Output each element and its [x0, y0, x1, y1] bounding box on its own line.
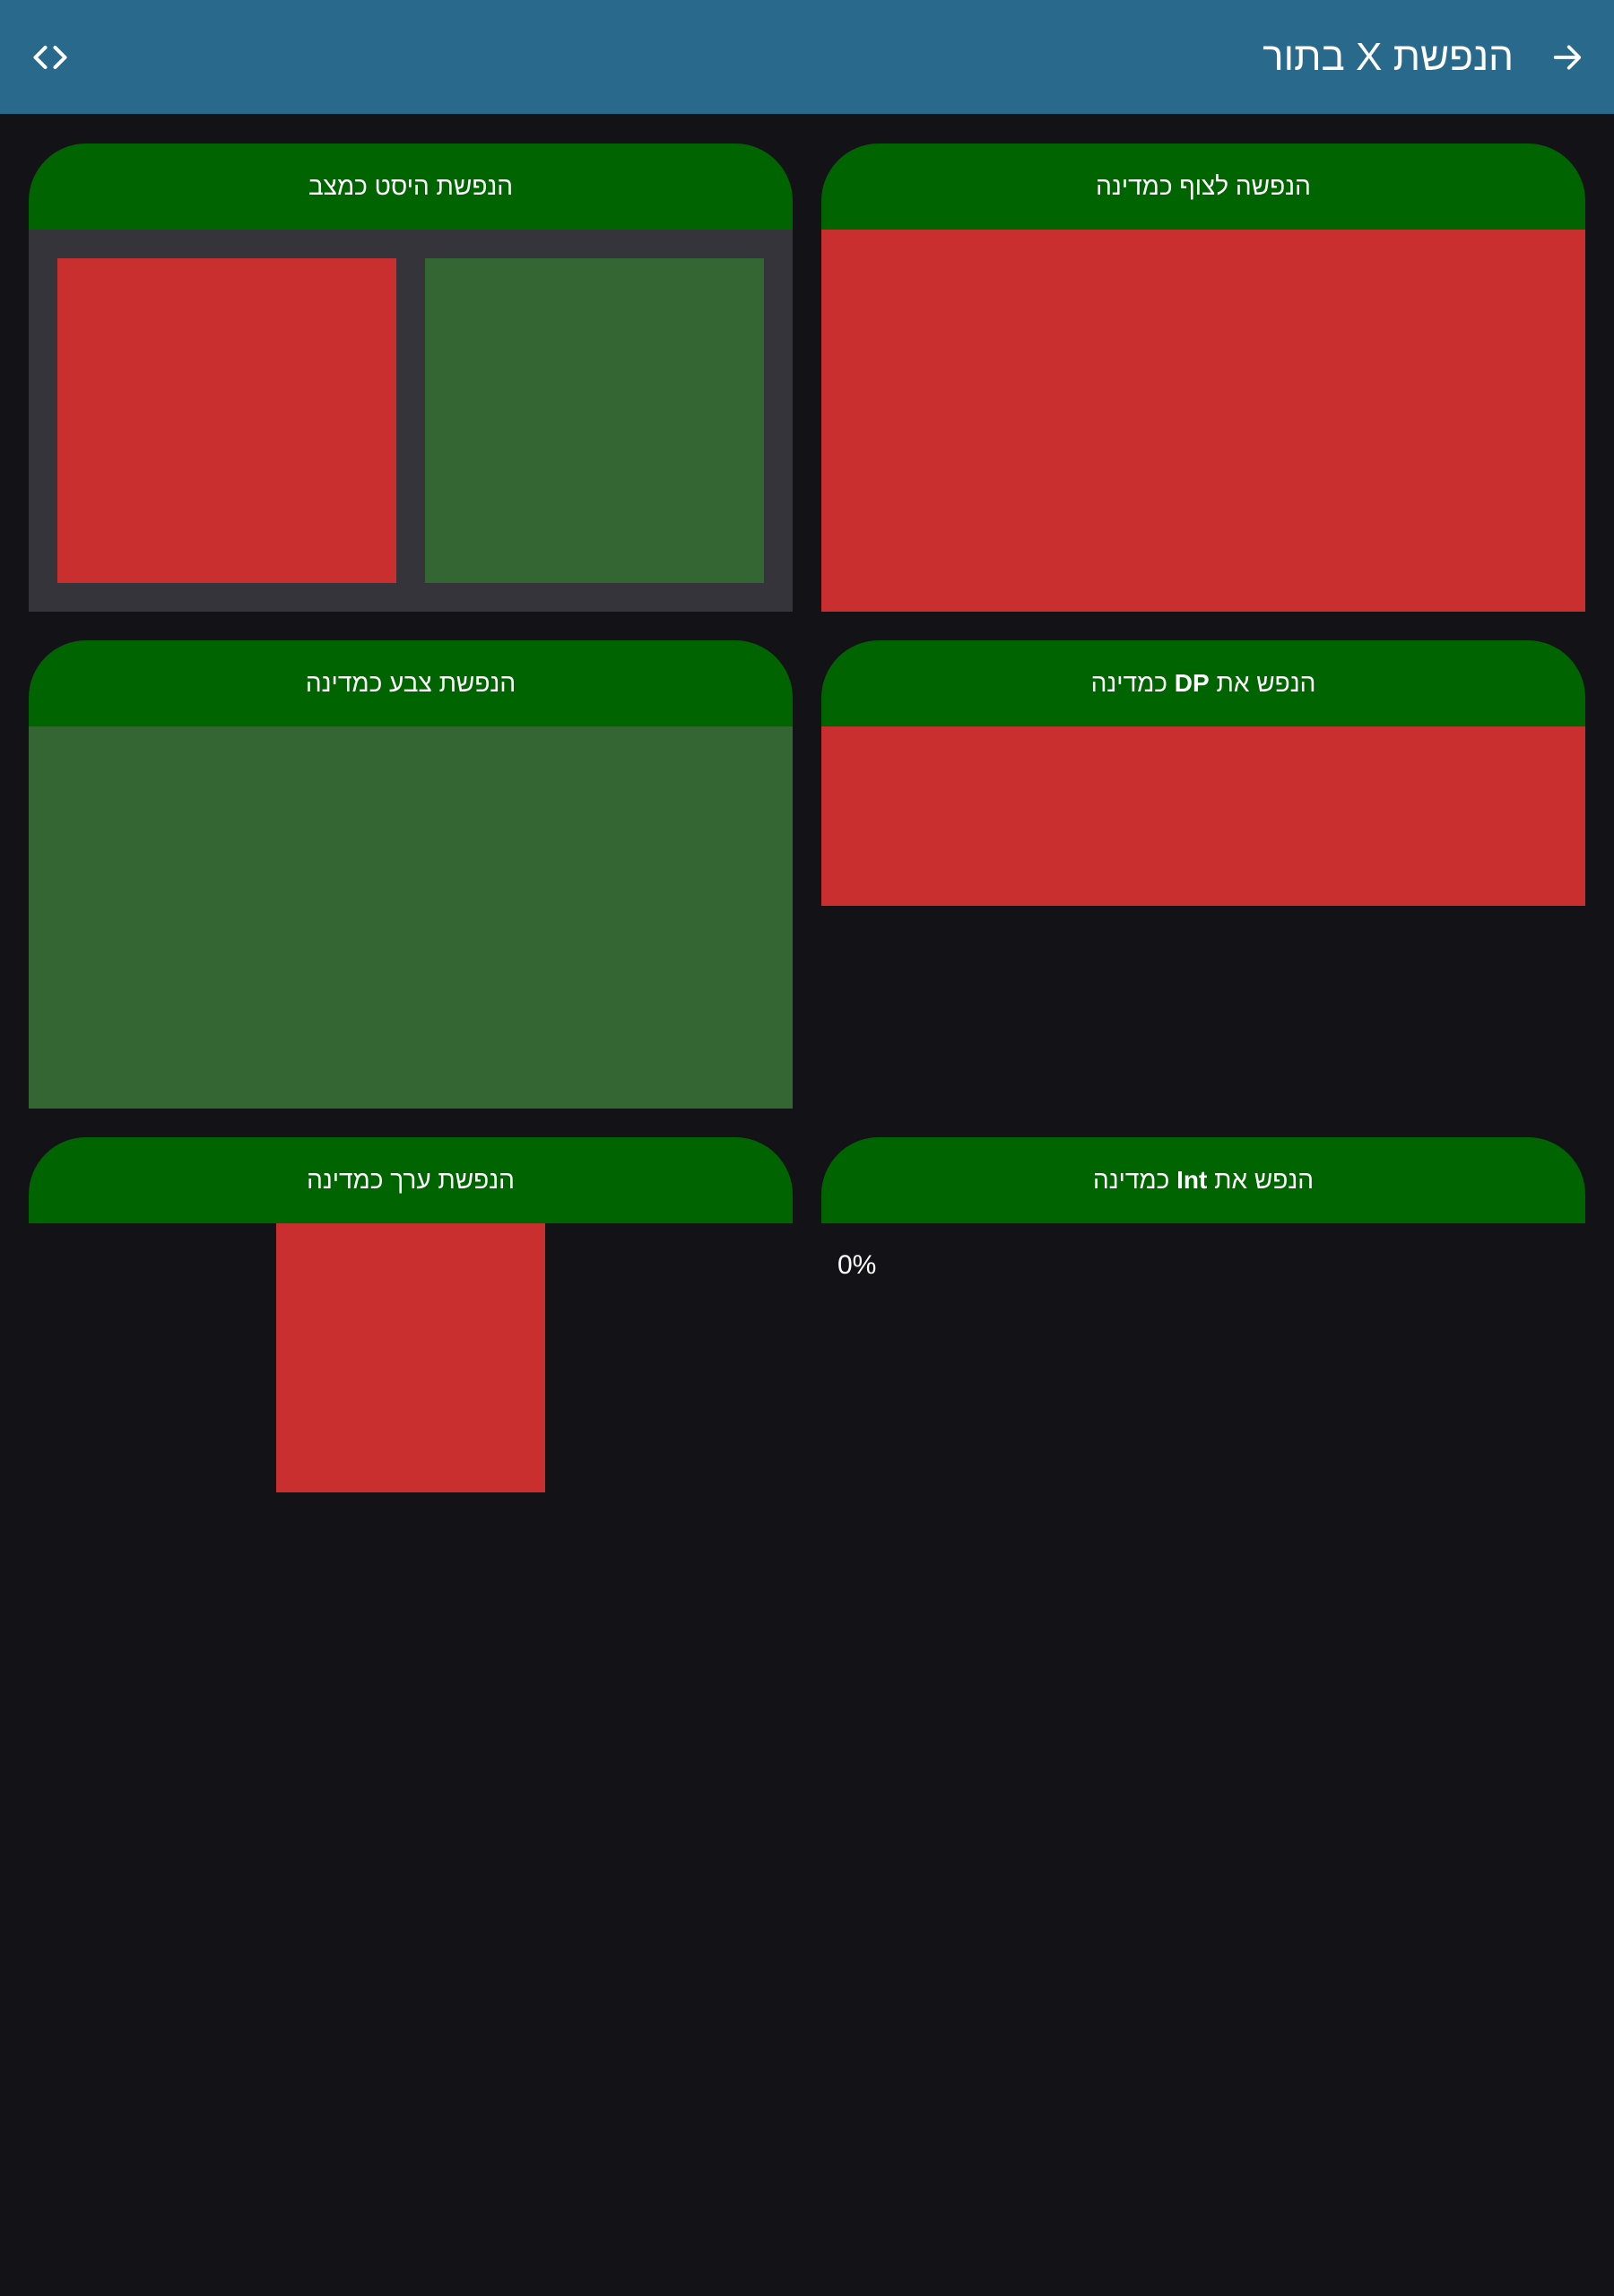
history-square-red [57, 258, 396, 583]
back-button[interactable] [1539, 29, 1596, 86]
header-prefix: הנפש את [1216, 669, 1316, 697]
header-bold: Int [1176, 1166, 1208, 1194]
header-prefix: הנפש את [1214, 1166, 1315, 1194]
card-int-state: הנפש את Int כמדינה 0% [821, 1137, 1585, 1313]
app-bar: הנפשת X בתור [0, 0, 1614, 114]
animated-red-box [821, 230, 1585, 612]
code-view-button[interactable] [22, 29, 79, 86]
card-dp-state: הנפש את DP כמדינה [821, 640, 1585, 906]
card-color-state: הנפשת צבע כמדינה [29, 640, 793, 1109]
animated-color-box [29, 726, 793, 1109]
card-history-state: הנפשת היסט כמצב [29, 144, 793, 612]
card-header: הנפש את DP כמדינה [821, 640, 1585, 726]
header-suffix: כמדינה [1092, 1166, 1170, 1194]
history-square-green [425, 258, 764, 583]
card-value-state: הנפשת ערך כמדינה [29, 1137, 793, 1492]
card-header: הנפשה לצוף כמדינה [821, 144, 1585, 230]
header-bold: DP [1174, 669, 1210, 697]
history-panel [29, 230, 793, 612]
header-suffix: כמדינה [1090, 669, 1168, 697]
value-body [29, 1223, 793, 1492]
animated-value-square [276, 1223, 545, 1492]
card-pulse-state: הנפשה לצוף כמדינה [821, 144, 1585, 612]
card-header: הנפשת ערך כמדינה [29, 1137, 793, 1223]
card-header: הנפשת היסט כמצב [29, 144, 793, 230]
int-percent-value: 0% [837, 1250, 877, 1280]
arrow-right-icon [1553, 45, 1582, 70]
animated-dp-box [821, 726, 1585, 906]
card-header: הנפש את Int כמדינה [821, 1137, 1585, 1223]
code-brackets-icon [33, 45, 67, 70]
int-body: 0% [821, 1223, 1585, 1313]
card-header: הנפשת צבע כמדינה [29, 640, 793, 726]
page-title: הנפשת X בתור [1263, 35, 1514, 79]
